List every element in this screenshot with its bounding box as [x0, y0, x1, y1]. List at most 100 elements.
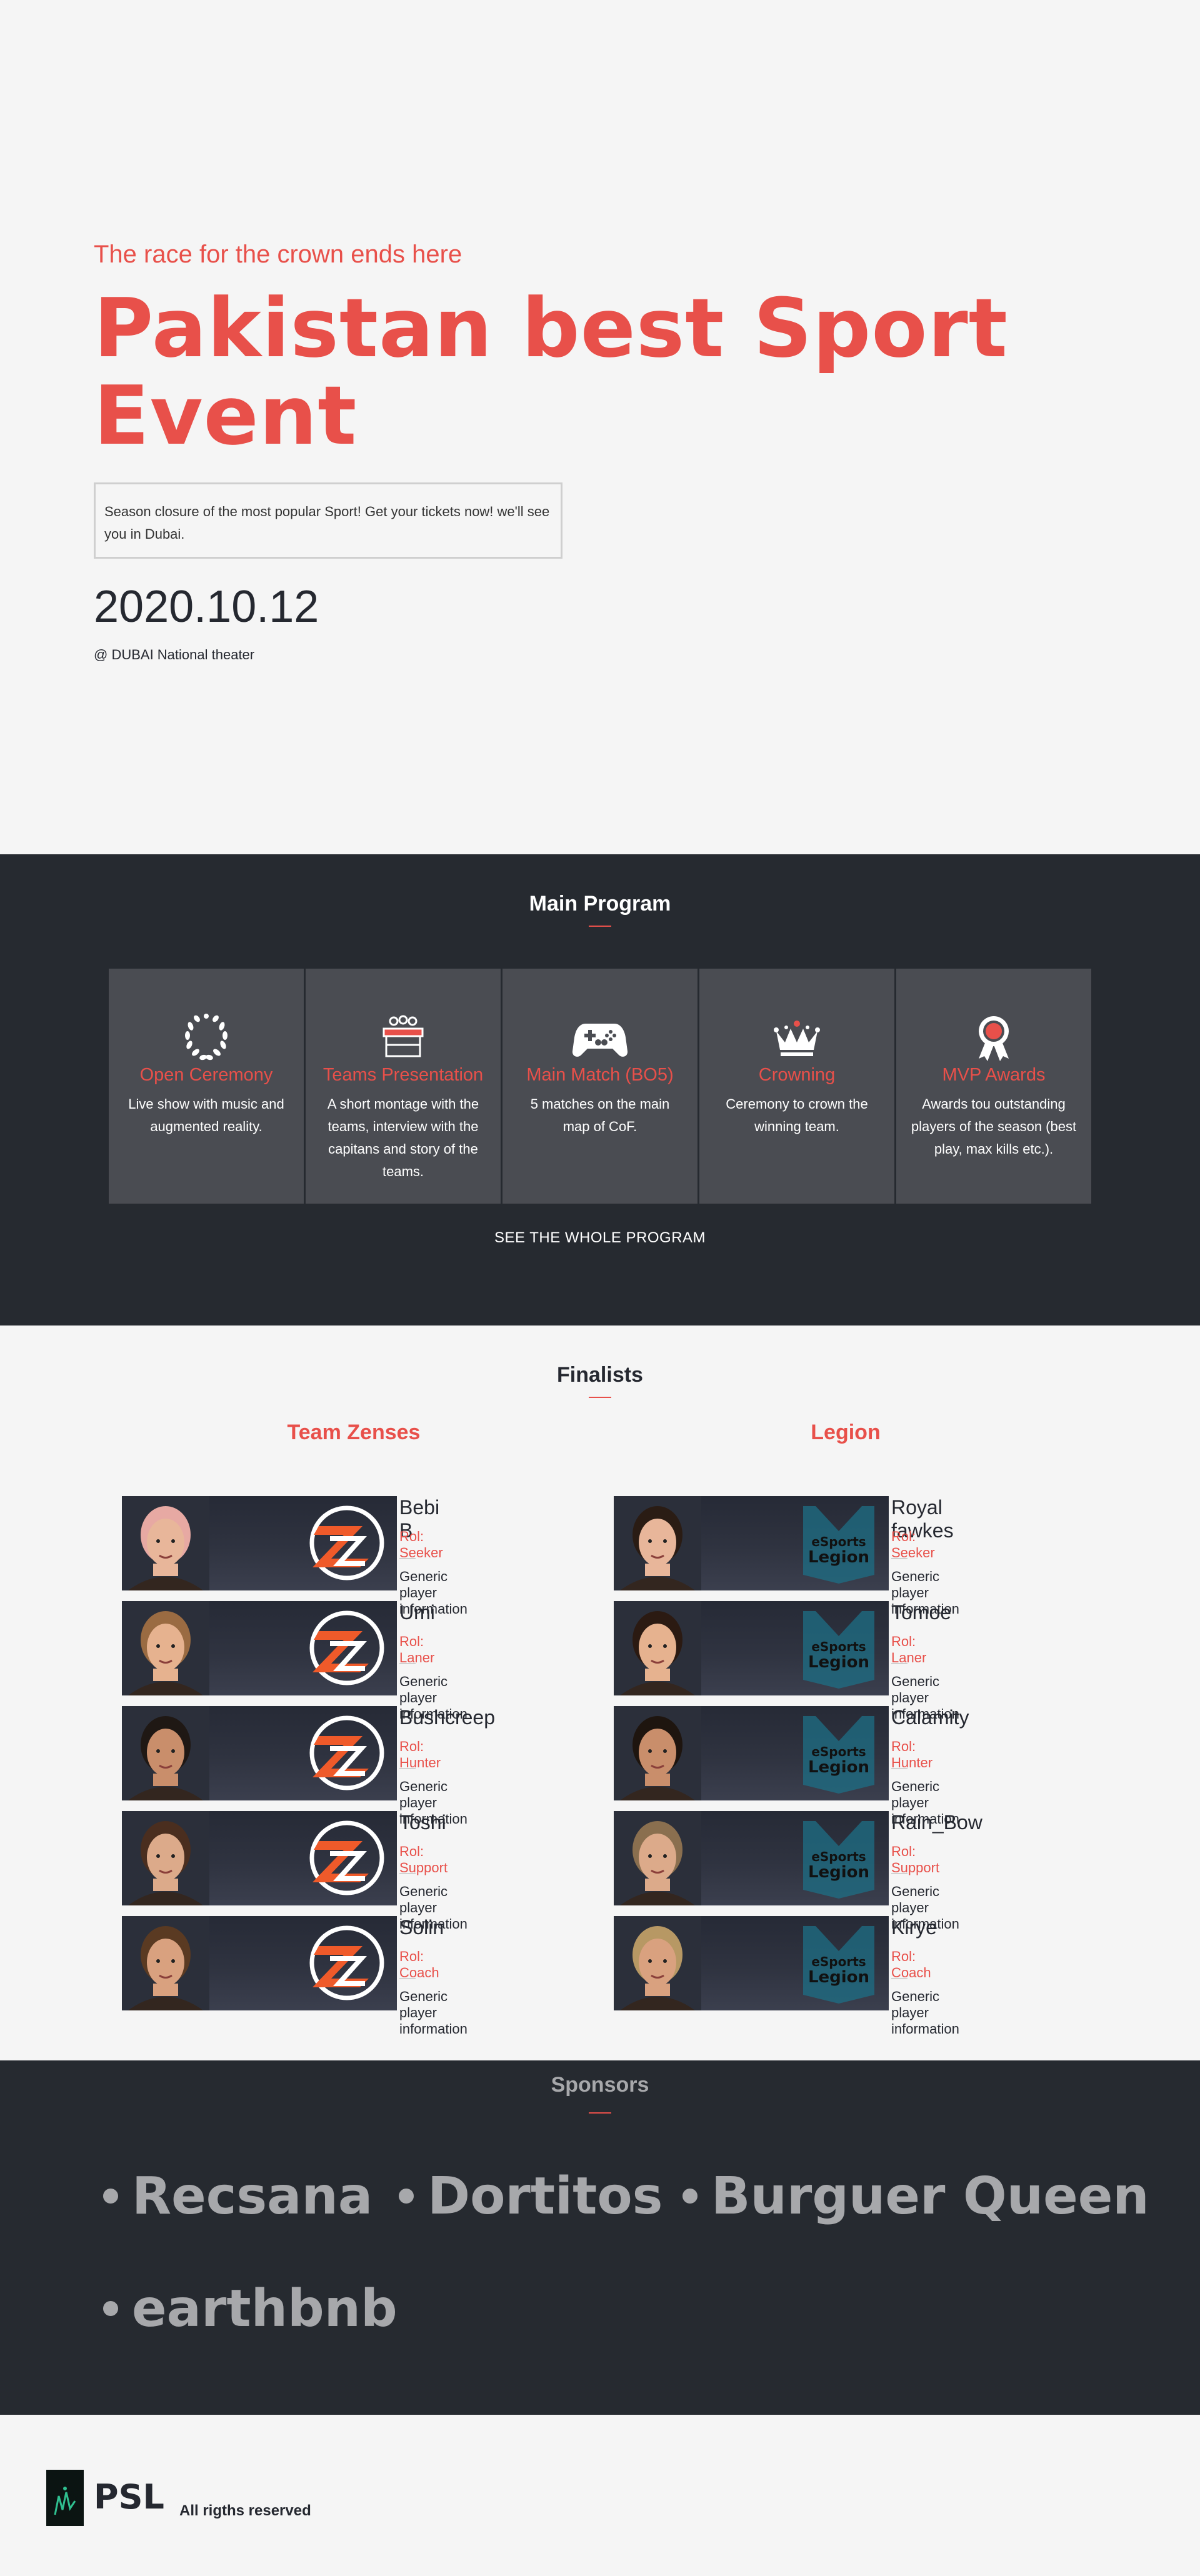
player-name: Bushcreep [399, 1706, 495, 1729]
player-photo [122, 1706, 209, 1800]
divider [891, 1663, 908, 1664]
legion-logo-icon: eSportsLegion [803, 1926, 874, 2004]
team-name-legion: Legion [811, 1420, 881, 1444]
sponsors-title: Sponsors [551, 2073, 649, 2097]
player-role: Rol: Coach [399, 1949, 439, 1980]
divider [891, 1558, 908, 1559]
player-name: Rain_Bow [891, 1811, 982, 1834]
player-banner: eSports Legion [614, 1706, 889, 1800]
finalists-title: Finalists [557, 1363, 643, 1387]
program-card-desc: 5 matches on the main map of CoF. [530, 1096, 670, 1134]
sponsor-name: Burguer Queen [711, 2167, 1149, 2226]
zenses-logo-icon [309, 1610, 384, 1685]
program-card-mvp-awards: MVP Awards Awards tou outstanding player… [896, 969, 1091, 1204]
program-card-crowning: Crowning Ceremony to crown the winning t… [699, 969, 894, 1204]
team-name-zenses: Team Zenses [287, 1420, 421, 1444]
title-underline [589, 2112, 611, 2114]
player-role: Rol: Hunter [891, 1739, 933, 1770]
zenses-logo-icon [309, 1820, 384, 1895]
player-name: Kirye [891, 1916, 937, 1939]
player-role: Rol: Laner [891, 1634, 927, 1665]
player-role: Rol: Seeker [891, 1529, 935, 1560]
svg-text:Legion: Legion [808, 1548, 869, 1567]
event-date: 2020.10.12 [94, 582, 319, 632]
gamepad-icon [572, 1012, 628, 1062]
legion-logo-icon: eSportsLegion [803, 1506, 874, 1584]
program-card-teams-presentation: Teams Presentation A short montage with … [306, 969, 501, 1204]
player-banner [122, 1811, 397, 1905]
player-name: Umi [399, 1601, 435, 1624]
svg-text:eSports: eSports [811, 1744, 866, 1759]
program-card-title: Teams Presentation [322, 1065, 484, 1085]
player-photo [122, 1601, 209, 1695]
divider [399, 1978, 416, 1979]
laurel-wreath-icon [178, 1012, 234, 1062]
svg-text:Legion: Legion [808, 1758, 869, 1777]
program-card-main-match: Main Match (BO5) 5 matches on the main m… [502, 969, 698, 1204]
player-photo [614, 1601, 701, 1695]
sponsor-recsana[interactable]: Recsana [103, 2167, 372, 2226]
program-card-open-ceremony: Open Ceremony Live show with music and a… [109, 969, 304, 1204]
program-card-title: Main Match (BO5) [526, 1065, 674, 1085]
program-section: Main Program Open Ceremony Live show wit… [0, 854, 1200, 1325]
award-ribbon-icon [966, 1012, 1022, 1062]
program-card-title: MVP Awards [942, 1065, 1046, 1085]
svg-text:eSports: eSports [811, 1639, 866, 1654]
finalists-section: Finalists Team Zenses Legion Bebi B Rol: … [0, 1325, 1200, 2060]
legion-logo-icon: eSportsLegion [803, 1611, 874, 1689]
sponsor-burguer-queen[interactable]: Burguer Queen [682, 2167, 1149, 2226]
player-info: Generic player information [399, 1989, 468, 2037]
player-info: Generic player information [891, 1989, 959, 2037]
svg-text:Legion: Legion [808, 1653, 869, 1672]
footer-rights: All rigths reserved [179, 2502, 311, 2519]
zenses-logo-icon [309, 1925, 384, 2000]
divider [399, 1663, 416, 1664]
program-card-desc: Awards tou outstanding players of the se… [911, 1096, 1077, 1157]
program-card-title: Open Ceremony [139, 1065, 273, 1085]
zenses-logo-icon [309, 1505, 384, 1580]
program-card-desc: Live show with music and augmented reali… [128, 1096, 284, 1134]
divider [399, 1873, 416, 1874]
program-title: Main Program [529, 892, 671, 916]
sponsor-name: earthbnb [132, 2279, 398, 2339]
crown-icon [769, 1012, 825, 1062]
player-role: Rol: Support [891, 1844, 940, 1875]
player-role: Rol: Seeker [399, 1529, 443, 1560]
see-whole-program-link[interactable]: SEE THE WHOLE PROGRAM [0, 1229, 1200, 1247]
player-photo [614, 1811, 701, 1905]
legion-logo-icon: eSportsLegion [803, 1716, 874, 1794]
player-name: Toshi [399, 1811, 446, 1834]
psl-logo-icon[interactable] [46, 2470, 84, 2526]
player-banner: eSports Legion [614, 1496, 889, 1590]
player-name: Calamity [891, 1706, 969, 1729]
player-photo [122, 1811, 209, 1905]
title-underline [589, 1397, 611, 1398]
sponsor-dortitos[interactable]: Dortitos [399, 2167, 663, 2226]
program-card-desc: Ceremony to crown the winning team. [726, 1096, 868, 1134]
hero-section: The race for the crown ends here Pakista… [0, 0, 1200, 854]
sponsor-earthbnb[interactable]: earthbnb [103, 2279, 398, 2339]
program-card-title: Crowning [758, 1065, 836, 1085]
divider [891, 1978, 908, 1979]
divider [399, 1558, 416, 1559]
svg-text:eSports: eSports [811, 1849, 866, 1864]
sponsor-name: Dortitos [428, 2167, 663, 2226]
footer: PSL All rigths reserved [0, 2415, 1200, 2576]
player-role: Rol: Hunter [399, 1739, 441, 1770]
player-banner [122, 1706, 397, 1800]
player-role: Rol: Support [399, 1844, 448, 1875]
hero-description: Season closure of the most popular Sport… [94, 482, 562, 559]
player-banner [122, 1916, 397, 2010]
sponsors-section: Sponsors Recsana Dortitos Burguer Queen … [0, 2060, 1200, 2415]
divider [891, 1768, 908, 1769]
player-banner: eSports Legion [614, 1601, 889, 1695]
zenses-logo-icon [309, 1715, 384, 1790]
player-name: Solin [399, 1916, 444, 1939]
player-banner [122, 1496, 397, 1590]
bullet-icon [682, 2188, 698, 2204]
sponsor-name: Recsana [132, 2167, 373, 2226]
player-banner: eSports Legion [614, 1916, 889, 2010]
svg-text:eSports: eSports [811, 1534, 866, 1549]
svg-text:Legion: Legion [808, 1968, 869, 1987]
svg-text:eSports: eSports [811, 1954, 866, 1969]
